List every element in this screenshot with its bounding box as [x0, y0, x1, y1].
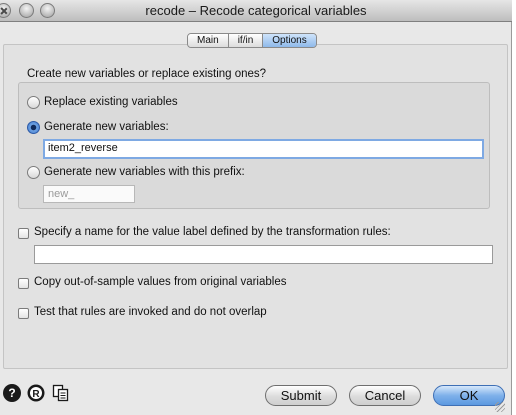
value-label-input[interactable] — [34, 245, 493, 264]
value-label-checkbox[interactable] — [18, 228, 29, 239]
submit-button[interactable]: Submit — [265, 385, 337, 406]
prefix-input[interactable]: new_ — [43, 185, 135, 203]
value-label-checkbox-label: Specify a name for the value label defin… — [34, 226, 391, 238]
reset-icon[interactable]: R — [27, 384, 45, 402]
resize-grip-icon[interactable] — [495, 402, 505, 412]
variables-group-label: Create new variables or replace existing… — [27, 68, 267, 80]
generate-variables-label: Generate new variables: — [44, 121, 169, 133]
reset-glyph: R — [32, 389, 40, 400]
prefix-variables-radio[interactable] — [27, 166, 40, 179]
new-variables-input[interactable]: item2_reverse — [43, 139, 484, 159]
copy-values-label: Copy out-of-sample values from original … — [34, 276, 287, 288]
cancel-button[interactable]: Cancel — [349, 385, 421, 406]
test-rules-label: Test that rules are invoked and do not o… — [34, 306, 267, 318]
generate-variables-radio[interactable] — [27, 121, 40, 134]
tab-options[interactable]: Options — [263, 34, 316, 47]
tab-if-in[interactable]: if/in — [228, 34, 264, 47]
copy-command-icon[interactable] — [52, 384, 70, 402]
replace-variables-radio[interactable] — [27, 96, 40, 109]
copy-values-checkbox[interactable] — [18, 278, 29, 289]
replace-variables-label: Replace existing variables — [44, 96, 178, 108]
tab-main[interactable]: Main — [188, 34, 229, 47]
tab-bar: Main if/in Options — [187, 33, 317, 48]
title-bar[interactable]: recode – Recode categorical variables — [0, 0, 512, 22]
prefix-variables-label: Generate new variables with this prefix: — [44, 166, 245, 178]
window-title: recode – Recode categorical variables — [145, 3, 367, 18]
test-rules-checkbox[interactable] — [18, 308, 29, 319]
dialog-window: recode – Recode categorical variables Ma… — [0, 0, 512, 415]
help-icon[interactable]: ? — [3, 384, 21, 402]
